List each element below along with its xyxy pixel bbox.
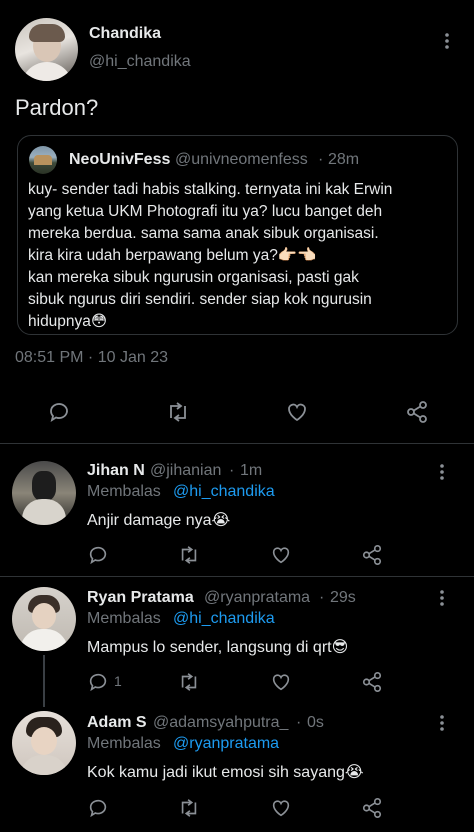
share-icon[interactable] <box>405 400 429 424</box>
reply-author-name[interactable]: Adam S <box>87 714 147 732</box>
quoted-line: yang ketua UKM Photografi itu ya? lucu b… <box>28 203 383 220</box>
reply-author-handle[interactable]: @adamsyahputra_ <box>153 714 288 732</box>
reply-time: 29s <box>330 589 356 606</box>
reply-action-bar: 1 <box>0 669 474 695</box>
reply-author-name[interactable]: Ryan Pratama <box>87 589 194 607</box>
replying-label: Membalas <box>87 735 161 752</box>
reply-author-name[interactable]: Jihan N <box>87 462 145 480</box>
avatar-hair <box>29 24 65 42</box>
like-icon[interactable] <box>270 544 292 566</box>
avatar-body <box>20 629 68 651</box>
retweet-icon[interactable] <box>177 797 201 819</box>
replying-to-link[interactable]: @hi_chandika <box>173 610 275 628</box>
reply-author-handle[interactable]: @ryanpratama <box>204 589 310 607</box>
quoted-time: 28m <box>328 151 360 168</box>
divider <box>0 576 474 577</box>
retweet-icon[interactable] <box>177 671 201 693</box>
reply-action-bar <box>0 542 474 568</box>
quoted-separator: · <box>318 151 324 168</box>
divider <box>0 443 474 444</box>
reply-text: Kok kamu jadi ikut emosi sih sayang😭 <box>87 764 364 781</box>
quoted-line: kira kira udah berpawang belum ya?👉🏻👈🏻 <box>28 247 317 264</box>
replying-to-link[interactable]: @ryanpratama <box>173 735 279 753</box>
tweet-timestamp[interactable]: 08:51 PM · 10 Jan 23 <box>15 349 168 367</box>
avatar-ryan[interactable] <box>12 587 76 651</box>
reply-text: Mampus lo sender, langsung di qrt😎 <box>87 639 349 656</box>
more-icon[interactable] <box>435 588 449 608</box>
author-name[interactable]: Chandika <box>89 25 161 43</box>
quoted-author-name: NeoUnivFess <box>69 151 171 168</box>
reply-separator: · <box>319 589 325 606</box>
like-icon[interactable] <box>285 400 309 424</box>
reply-time: 1m <box>240 462 263 479</box>
avatar-chandika[interactable] <box>15 18 78 81</box>
reply-icon[interactable] <box>87 797 109 819</box>
reply-icon[interactable] <box>47 400 71 424</box>
avatar-body <box>22 499 66 525</box>
like-icon[interactable] <box>270 797 292 819</box>
share-icon[interactable] <box>361 797 383 819</box>
reply-time: 0s <box>307 714 324 731</box>
quoted-line: mereka berdua. sama sama anak sibuk orga… <box>28 225 379 242</box>
reply-count: 1 <box>114 673 122 689</box>
avatar-adam[interactable] <box>12 711 76 775</box>
replying-to-link[interactable]: @hi_chandika <box>173 483 275 501</box>
reply-separator: · <box>229 462 235 479</box>
avatar-face <box>31 727 57 755</box>
replying-label: Membalas <box>87 610 161 627</box>
quoted-line: sibuk ngurus diri sendiri. sender siap k… <box>28 291 372 308</box>
quoted-tweet-card[interactable]: NeoUnivFess @univneomenfess · 28m kuy- s… <box>17 135 458 335</box>
retweet-icon[interactable] <box>177 544 201 566</box>
reply-action-bar <box>0 795 474 821</box>
reply-separator: · <box>296 714 302 731</box>
avatar-face <box>32 603 56 629</box>
quoted-author-handle: @univneomenfess <box>175 151 308 168</box>
reply-icon[interactable] <box>87 544 109 566</box>
share-icon[interactable] <box>361 671 383 693</box>
building-shape <box>34 155 52 165</box>
more-icon[interactable] <box>440 31 454 51</box>
author-handle[interactable]: @hi_chandika <box>89 53 191 71</box>
avatar-jihan[interactable] <box>12 461 76 525</box>
main-action-bar <box>0 395 474 429</box>
like-icon[interactable] <box>270 671 292 693</box>
tweet-text: Pardon? <box>15 95 99 120</box>
more-icon[interactable] <box>435 462 449 482</box>
quoted-text: kuy- sender tadi habis stalking. ternyat… <box>28 179 456 333</box>
quoted-line: kuy- sender tadi habis stalking. ternyat… <box>28 181 393 198</box>
replying-label: Membalas <box>87 483 161 500</box>
reply-text: Anjir damage nya😭 <box>87 512 231 529</box>
avatar-body <box>20 755 68 775</box>
share-icon[interactable] <box>361 544 383 566</box>
retweet-icon[interactable] <box>165 400 191 424</box>
avatar-neounivfess <box>29 146 57 174</box>
reply-author-handle[interactable]: @jihanian <box>150 462 221 480</box>
avatar-figure <box>32 471 56 501</box>
quoted-line: hidupnya😳 <box>28 313 108 330</box>
reply-icon[interactable] <box>87 671 109 693</box>
avatar-body <box>21 62 73 81</box>
quoted-line: kan mereka sibuk ngurusin organisasi, pa… <box>28 269 359 286</box>
more-icon[interactable] <box>435 713 449 733</box>
